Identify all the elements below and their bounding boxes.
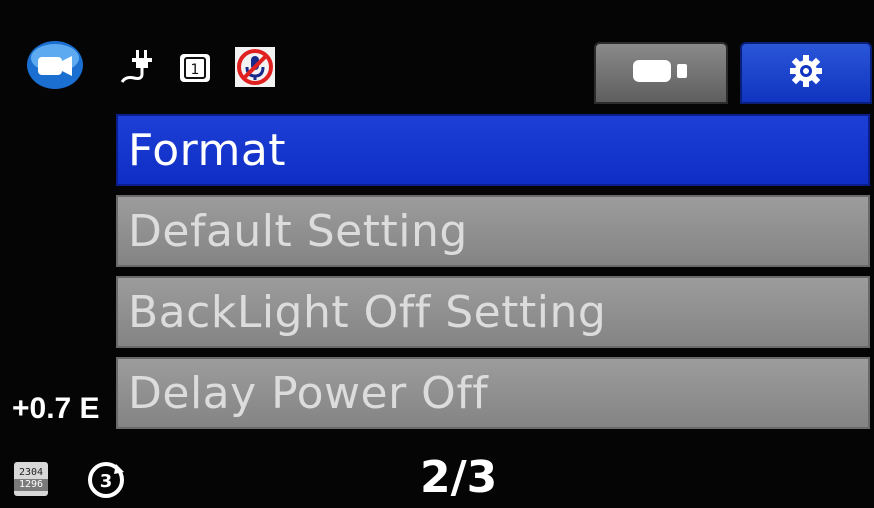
video-camera-icon	[26, 40, 84, 90]
page-indicator: 2/3	[420, 452, 498, 503]
menu-item-format[interactable]: Format	[116, 114, 870, 186]
tab-video[interactable]	[594, 42, 728, 104]
resolution-width: 2304	[18, 467, 44, 478]
menu-item-label: Delay Power Off	[128, 367, 489, 419]
menu-item-label: Format	[128, 124, 287, 176]
settings-menu: Format Default Setting BackLight Off Set…	[116, 114, 870, 438]
camera-screen: 1 Format Default Setting BackLight Off S…	[0, 0, 874, 508]
video-camera-icon	[631, 56, 691, 90]
microphone-off-icon	[234, 46, 276, 88]
power-plug-icon	[116, 46, 156, 86]
resolution-height: 1296	[14, 479, 48, 491]
card-slot-label: 1	[191, 62, 200, 78]
svg-text:3: 3	[100, 471, 113, 492]
loop-recording-icon: 3	[86, 460, 126, 500]
menu-item-default-setting[interactable]: Default Setting	[116, 195, 870, 267]
menu-item-delay-power-off[interactable]: Delay Power Off	[116, 357, 870, 429]
tab-settings[interactable]	[740, 42, 872, 104]
exposure-value: +0.7 E	[12, 392, 100, 425]
menu-item-label: Default Setting	[128, 205, 468, 257]
menu-item-label: BackLight Off Setting	[128, 286, 607, 338]
sd-card-icon: 1	[178, 52, 212, 84]
resolution-badge: 2304 1296	[14, 462, 48, 496]
menu-item-backlight-off-setting[interactable]: BackLight Off Setting	[116, 276, 870, 348]
gear-icon	[789, 54, 823, 92]
